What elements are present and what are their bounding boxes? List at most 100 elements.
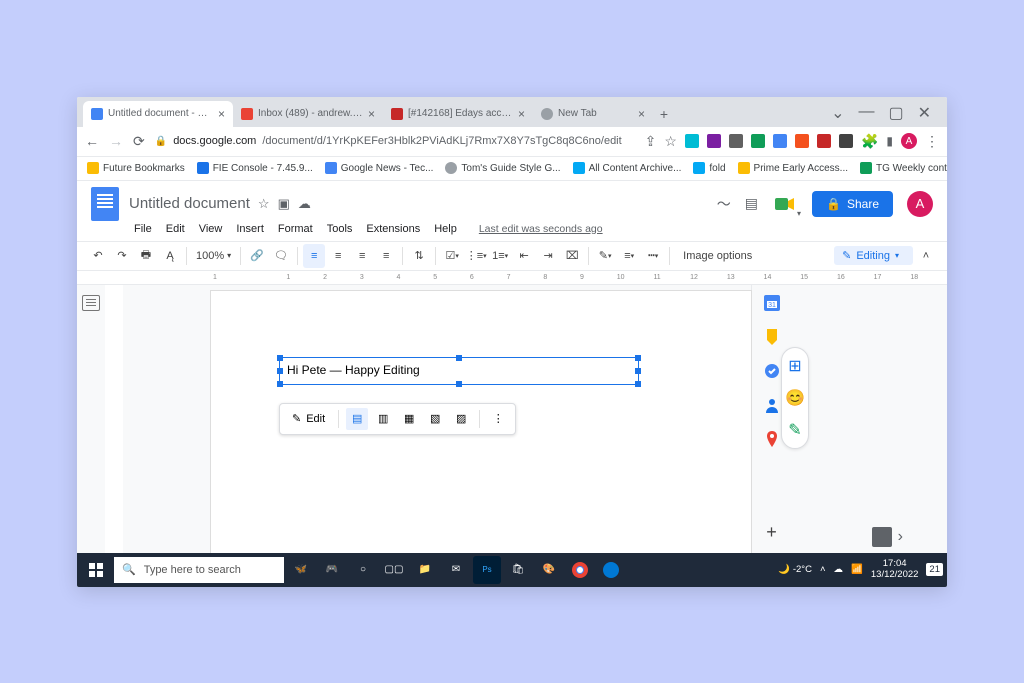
taskview-icon[interactable]: ▢▢ — [380, 556, 408, 584]
cloud-status-icon[interactable]: ☁ — [298, 196, 311, 212]
start-button[interactable] — [81, 563, 111, 577]
vertical-ruler[interactable] — [105, 285, 123, 553]
move-doc-icon[interactable]: ▣ — [278, 196, 290, 212]
close-tab-icon[interactable]: × — [518, 107, 525, 121]
add-addon-icon[interactable]: + — [766, 522, 777, 543]
collapse-toolbar-icon[interactable]: ˄ — [915, 244, 937, 268]
url-display[interactable]: 🔒 docs.google.com/document/d/1YrKpKEFer3… — [155, 135, 635, 147]
textbox-content[interactable]: Hi Pete — Happy Editing — [280, 358, 638, 382]
menu-format[interactable]: Format — [273, 221, 318, 237]
star-doc-icon[interactable]: ☆ — [258, 196, 270, 212]
tasks-icon[interactable] — [764, 363, 780, 379]
keep-icon[interactable] — [764, 329, 780, 345]
ext-icon[interactable] — [707, 134, 721, 148]
edge-icon[interactable] — [597, 556, 625, 584]
redo-icon[interactable]: ↷ — [111, 244, 133, 268]
history-icon[interactable]: 〜 — [717, 194, 731, 214]
cortana-icon[interactable]: ○ — [349, 556, 377, 584]
explore-icon[interactable] — [872, 527, 892, 547]
taskbar-app-icon[interactable]: 🎨 — [535, 556, 563, 584]
numbered-list-icon[interactable]: 1≡▾ — [489, 244, 511, 268]
border-color-icon[interactable]: ✎▾ — [594, 244, 616, 268]
comment-icon[interactable]: 🗨 — [270, 244, 292, 268]
docs-logo-icon[interactable] — [91, 187, 119, 221]
profile-avatar[interactable]: A — [901, 133, 917, 149]
mail-icon[interactable]: ✉ — [442, 556, 470, 584]
selected-textbox[interactable]: Hi Pete — Happy Editing — [279, 357, 639, 385]
new-tab-button[interactable]: + — [653, 101, 675, 127]
horizontal-ruler[interactable]: 1123456789101112131415161718 — [77, 271, 947, 285]
maximize-icon[interactable]: ▢ — [888, 103, 903, 123]
wifi-icon[interactable]: 📶 — [851, 564, 863, 575]
comments-icon[interactable]: ▤ — [745, 195, 758, 212]
bookmark-item[interactable]: TG Weekly content... — [860, 162, 947, 174]
align-justify-icon[interactable]: ≡ — [375, 244, 397, 268]
menu-edit[interactable]: Edit — [161, 221, 190, 237]
ext-icon[interactable] — [729, 134, 743, 148]
bookmark-item[interactable]: FIE Console - 7.45.9... — [197, 162, 313, 174]
tab-gmail[interactable]: Inbox (489) - andrew.sansom@fu × — [233, 101, 383, 127]
align-center-icon[interactable]: ≡ — [327, 244, 349, 268]
last-edit-status[interactable]: Last edit was seconds ago — [474, 221, 608, 237]
close-tab-icon[interactable]: × — [368, 107, 375, 121]
menu-file[interactable]: File — [129, 221, 157, 237]
meet-icon[interactable]: ▾ — [772, 191, 798, 217]
user-avatar[interactable]: A — [907, 191, 933, 217]
behind-text-icon[interactable]: ▧ — [424, 408, 446, 430]
line-spacing-icon[interactable]: ⇅ — [408, 244, 430, 268]
close-tab-icon[interactable]: × — [218, 107, 225, 121]
notifications-icon[interactable]: 21 — [926, 563, 943, 576]
wrap-text-icon[interactable]: ▥ — [372, 408, 394, 430]
front-text-icon[interactable]: ▨ — [450, 408, 472, 430]
zoom-dropdown[interactable]: 100%▾ — [192, 250, 235, 262]
back-icon[interactable]: ← — [85, 133, 99, 149]
border-weight-icon[interactable]: ≡▾ — [618, 244, 640, 268]
share-url-icon[interactable]: ⇪ — [645, 133, 657, 150]
tab-newtab[interactable]: New Tab × — [533, 101, 653, 127]
checklist-icon[interactable]: ☑▾ — [441, 244, 463, 268]
bookmark-item[interactable]: Future Bookmarks — [87, 162, 185, 174]
align-right-icon[interactable]: ≡ — [351, 244, 373, 268]
tab-edays[interactable]: [#142168] Edays account lock ou × — [383, 101, 533, 127]
bookmarks-icon[interactable]: ▮ — [886, 134, 893, 148]
ext-icon[interactable] — [751, 134, 765, 148]
indent-increase-icon[interactable]: ⇥ — [537, 244, 559, 268]
document-title[interactable]: Untitled document — [129, 195, 250, 212]
indent-decrease-icon[interactable]: ⇤ — [513, 244, 535, 268]
ext-icon[interactable] — [685, 134, 699, 148]
align-left-icon[interactable]: ≡ — [303, 244, 325, 268]
ext-icon[interactable] — [839, 134, 853, 148]
file-explorer-icon[interactable]: 📁 — [411, 556, 439, 584]
border-dash-icon[interactable]: ┅▾ — [642, 244, 664, 268]
taskbar-app-icon[interactable]: 🎮 — [318, 556, 346, 584]
more-options-icon[interactable]: ⋮ — [487, 408, 509, 430]
print-icon[interactable]: 🖶 — [135, 244, 157, 268]
reload-icon[interactable]: ⟳ — [133, 133, 145, 150]
extensions-icon[interactable]: 🧩 — [861, 133, 878, 150]
chrome-icon[interactable] — [566, 556, 594, 584]
kebab-icon[interactable]: ⋮ — [925, 133, 939, 150]
tray-arrow-icon[interactable]: ˄ — [820, 564, 826, 575]
edit-textbox-button[interactable]: ✎Edit — [286, 412, 331, 425]
emoji-react-icon[interactable]: 😊 — [785, 388, 805, 408]
suggest-edit-icon[interactable]: ✎ — [788, 420, 801, 440]
ext-icon[interactable] — [795, 134, 809, 148]
add-comment-icon[interactable]: ⊞ — [788, 356, 801, 376]
editing-mode-button[interactable]: ✎Editing▾ — [834, 246, 913, 265]
close-window-icon[interactable]: ✕ — [918, 103, 931, 123]
menu-help[interactable]: Help — [429, 221, 462, 237]
tab-docs[interactable]: Untitled document - Google Doc × — [83, 101, 233, 127]
weather-widget[interactable]: 🌙 -2°C — [778, 564, 812, 575]
star-icon[interactable]: ☆ — [664, 133, 677, 150]
contacts-icon[interactable] — [764, 397, 780, 413]
link-icon[interactable]: 🔗 — [246, 244, 268, 268]
forward-icon[interactable]: → — [109, 133, 123, 149]
taskbar-app-icon[interactable]: 🦋 — [287, 556, 315, 584]
share-button[interactable]: 🔒Share — [812, 191, 893, 217]
paint-format-icon[interactable]: Ą — [159, 244, 181, 268]
menu-tools[interactable]: Tools — [322, 221, 358, 237]
outline-icon[interactable] — [82, 295, 100, 311]
menu-view[interactable]: View — [194, 221, 228, 237]
cloud-sync-icon[interactable]: ☁ — [834, 564, 844, 575]
bookmark-item[interactable]: Tom's Guide Style G... — [445, 162, 560, 174]
